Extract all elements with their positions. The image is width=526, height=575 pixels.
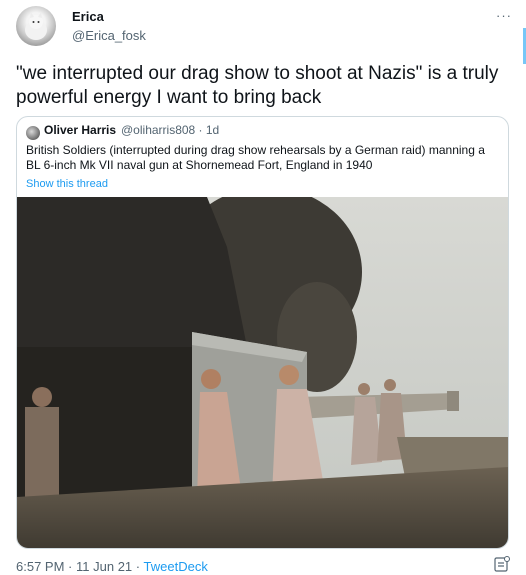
author-avatar[interactable] [16,6,56,46]
quote-text: British Soldiers (interrupted during dra… [26,143,485,172]
quote-author-name[interactable]: Oliver Harris [44,123,116,137]
tweet-text: "we interrupted our drag show to shoot a… [16,63,499,108]
quote-author-handle[interactable]: @oliharris808 · 1d [121,123,219,137]
separator: · [68,559,73,574]
author-name[interactable]: Erica [72,9,104,24]
tweet-client-link[interactable]: TweetDeck [144,559,208,574]
quote-author-avatar[interactable] [26,126,40,140]
quoted-tweet-card[interactable]: Oliver Harris @oliharris808 · 1d British… [16,116,509,549]
author-handle[interactable]: @Erica_fosk [72,28,146,43]
tweet-meta: 6:57 PM · 11 Jun 21 · TweetDeck [16,559,208,574]
tweet-date[interactable]: 11 Jun 21 [76,559,132,574]
quote-photo[interactable] [17,197,508,549]
tweet-time[interactable]: 6:57 PM [16,559,64,574]
analytics-icon[interactable] [494,556,510,572]
separator: · [135,559,141,574]
show-thread-link[interactable]: Show this thread [26,178,108,190]
more-options-button[interactable]: ··· [496,8,512,23]
